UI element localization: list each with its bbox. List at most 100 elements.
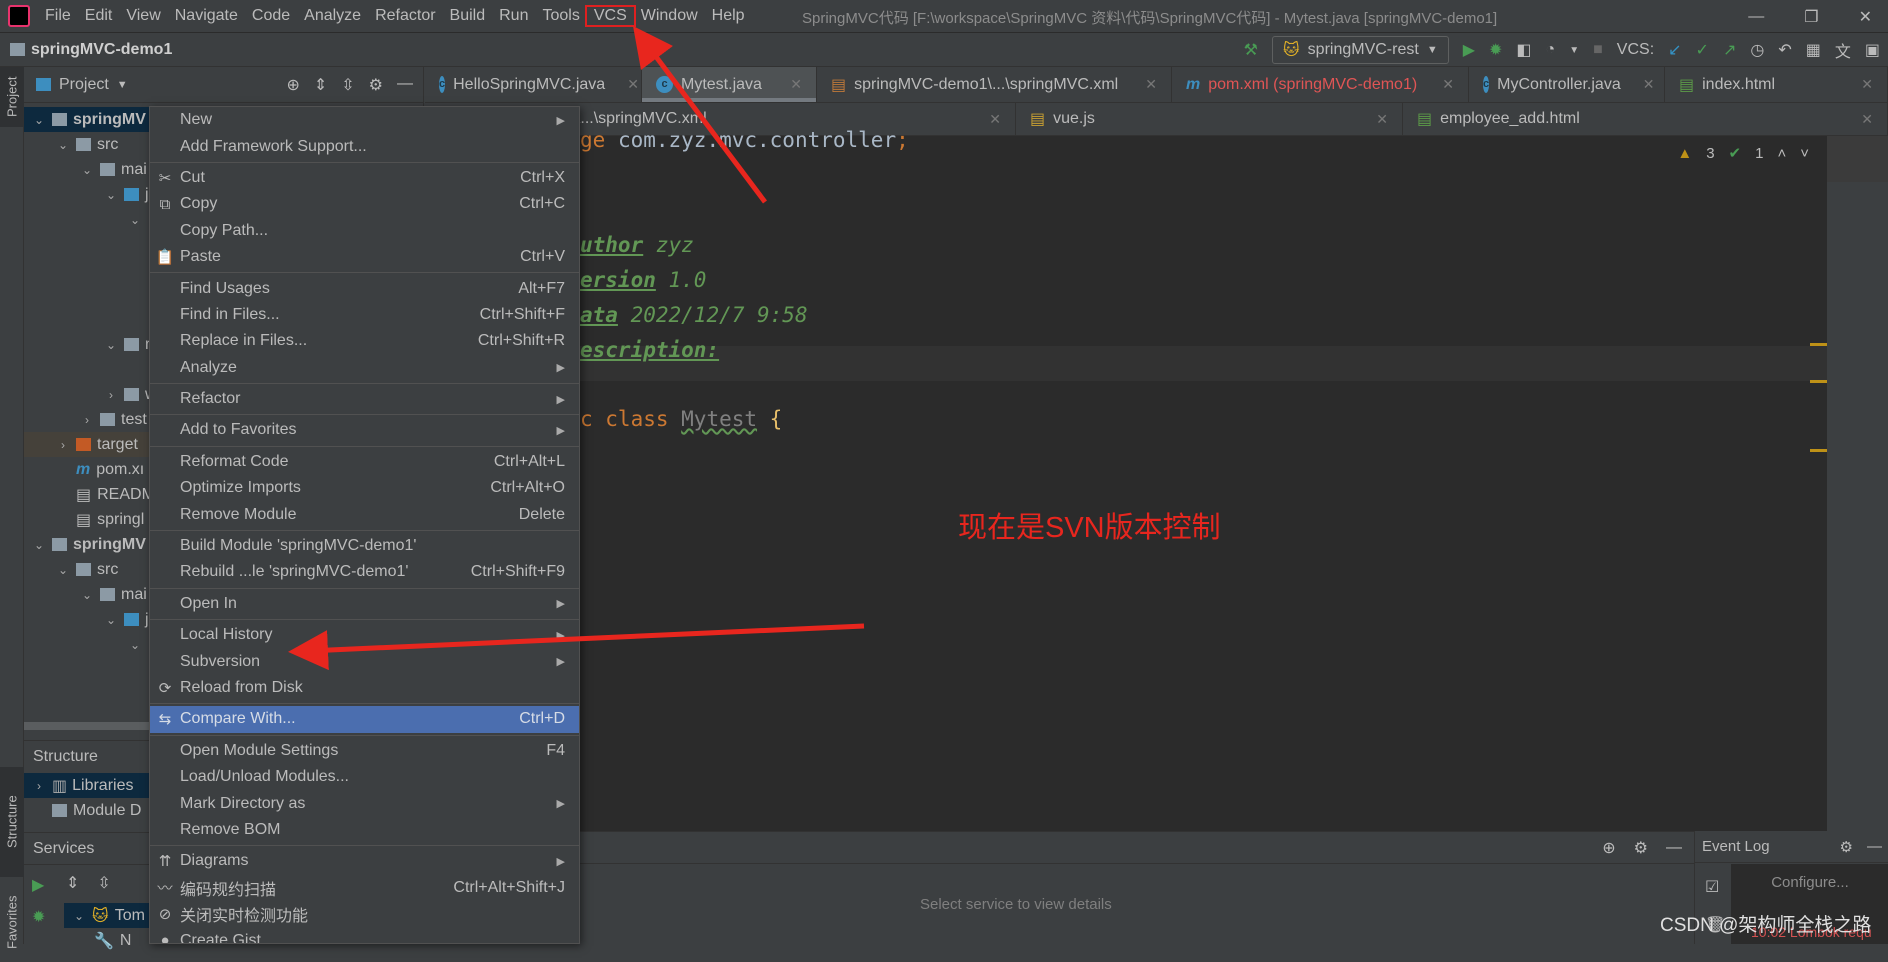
- editor-tab[interactable]: c Mytest.java ✕: [642, 67, 817, 102]
- editor-tab[interactable]: ▤ vue.js ✕: [1016, 103, 1403, 135]
- favorites-tool-tab[interactable]: Favorites: [0, 882, 24, 962]
- close-tab-icon[interactable]: ✕: [1847, 111, 1873, 128]
- chevron-down-icon[interactable]: ⌄: [32, 113, 46, 127]
- expand-all-icon[interactable]: ⇕: [314, 75, 327, 95]
- chevron-down-icon[interactable]: ⌄: [104, 613, 118, 627]
- context-menu-item-cut[interactable]: ✂ Cut Ctrl+X: [150, 165, 579, 191]
- context-menu-item-add-to-favorites[interactable]: Add to Favorites ▶: [150, 417, 579, 443]
- chevron-down-icon[interactable]: ⌄: [80, 588, 94, 602]
- context-menu-item-new[interactable]: New ▶: [150, 107, 579, 133]
- run-icon[interactable]: ▶: [1463, 40, 1475, 60]
- menu-vcs[interactable]: VCS: [584, 5, 636, 27]
- project-structure-icon[interactable]: ▦: [1806, 40, 1821, 60]
- chevron-right-icon[interactable]: ›: [56, 438, 70, 452]
- rollback-icon[interactable]: ↶: [1778, 40, 1791, 60]
- menu-help[interactable]: Help: [705, 7, 752, 25]
- menu-code[interactable]: Code: [245, 7, 297, 25]
- editor-tab[interactable]: c HelloSpringMVC.java ✕: [425, 67, 642, 102]
- chevron-down-icon[interactable]: ⌄: [32, 538, 46, 552]
- collapse-all-icon[interactable]: ⇳: [97, 873, 110, 893]
- more-run-chevron-icon[interactable]: ▼: [1569, 45, 1579, 56]
- context-menu-item-[interactable]: ⊘ 关闭实时检测功能: [150, 901, 579, 927]
- build-hammer-icon[interactable]: ⚒: [1244, 40, 1258, 60]
- coverage-icon[interactable]: ◧: [1516, 40, 1531, 60]
- stop-icon[interactable]: ■: [1593, 41, 1603, 59]
- project-tool-tab[interactable]: Project: [0, 67, 24, 127]
- close-tab-icon[interactable]: ✕: [1629, 76, 1655, 93]
- close-tab-icon[interactable]: ✕: [1362, 111, 1388, 128]
- context-menu-item-reload-from-disk[interactable]: ⟳ Reload from Disk: [150, 675, 579, 701]
- collapse-all-icon[interactable]: ⇳: [341, 75, 354, 95]
- hide-icon[interactable]: —: [1666, 839, 1682, 857]
- context-menu-item-optimize-imports[interactable]: Optimize Imports Ctrl+Alt+O: [150, 475, 579, 501]
- gear-icon[interactable]: ⚙: [369, 75, 383, 95]
- menu-refactor[interactable]: Refactor: [368, 7, 442, 25]
- menu-file[interactable]: File: [38, 7, 78, 25]
- debug-icon[interactable]: ✹: [1489, 40, 1502, 60]
- close-tab-icon[interactable]: ✕: [613, 76, 639, 93]
- context-menu-item-diagrams[interactable]: ⇈ Diagrams ▶: [150, 848, 579, 874]
- expand-all-icon[interactable]: ⇕: [66, 873, 79, 893]
- gear-icon[interactable]: ⚙: [1634, 838, 1648, 858]
- context-menu-item-remove-module[interactable]: Remove Module Delete: [150, 501, 579, 527]
- menu-build[interactable]: Build: [443, 7, 493, 25]
- editor-tab[interactable]: ▤ employee_add.html ✕: [1403, 103, 1888, 135]
- context-menu-item-find-usages[interactable]: Find Usages Alt+F7: [150, 275, 579, 301]
- menu-navigate[interactable]: Navigate: [168, 7, 245, 25]
- gear-icon[interactable]: ⚙: [1840, 838, 1853, 856]
- vcs-update-icon[interactable]: ↙: [1668, 40, 1681, 60]
- history-icon[interactable]: ◷: [1750, 40, 1764, 60]
- structure-tool-tab[interactable]: Structure: [0, 767, 24, 877]
- chevron-down-icon[interactable]: ⌄: [56, 563, 70, 577]
- locate-icon[interactable]: ⊕: [286, 75, 299, 95]
- context-menu-item-load-unload-modules[interactable]: Load/Unload Modules...: [150, 764, 579, 790]
- context-menu-item-open-in[interactable]: Open In ▶: [150, 591, 579, 617]
- menu-run[interactable]: Run: [492, 7, 535, 25]
- context-menu-item-[interactable]: 〰编码规约扫描 Ctrl+Alt+Shift+J: [150, 875, 579, 901]
- chevron-down-icon[interactable]: ⌄: [104, 338, 118, 352]
- context-menu-item-rebuild-le-springmvc-demo1[interactable]: Rebuild ...le 'springMVC-demo1' Ctrl+Shif…: [150, 559, 579, 585]
- context-menu-item-analyze[interactable]: Analyze ▶: [150, 355, 579, 381]
- close-tab-icon[interactable]: ✕: [1847, 76, 1873, 93]
- editor-tab[interactable]: ▤ springMVC-demo1\...\springMVC.xml ✕: [817, 67, 1172, 102]
- editor-tab[interactable]: m pom.xml (springMVC-demo1) ✕: [1172, 67, 1469, 102]
- configure-link[interactable]: Configure...: [1731, 874, 1888, 891]
- context-menu-item-build-module-springmvc-demo1[interactable]: Build Module 'springMVC-demo1': [150, 533, 579, 559]
- warning-marker[interactable]: [1810, 343, 1827, 346]
- close-tab-icon[interactable]: ✕: [1428, 76, 1454, 93]
- restore-icon[interactable]: ❐: [1804, 7, 1818, 27]
- hide-icon[interactable]: —: [1867, 838, 1882, 856]
- close-tab-icon[interactable]: ✕: [776, 76, 802, 93]
- context-menu-item-reformat-code[interactable]: Reformat Code Ctrl+Alt+L: [150, 449, 579, 475]
- context-menu-item-mark-directory-as[interactable]: Mark Directory as ▶: [150, 790, 579, 816]
- menu-edit[interactable]: Edit: [78, 7, 120, 25]
- run-config-dropdown[interactable]: 🐱 springMVC-rest ▼: [1271, 36, 1449, 64]
- mark-read-icon[interactable]: ☑: [1705, 877, 1725, 897]
- chevron-down-icon[interactable]: ⌄: [56, 138, 70, 152]
- context-menu-item-add-framework-support[interactable]: Add Framework Support...: [150, 133, 579, 159]
- menu-analyze[interactable]: Analyze: [297, 7, 368, 25]
- locate-icon[interactable]: ⊕: [1602, 838, 1615, 858]
- context-menu-item-refactor[interactable]: Refactor ▶: [150, 386, 579, 412]
- inspection-widget[interactable]: ▲ 3 ✔ 1 ˄ ˅: [1677, 144, 1809, 163]
- chevron-down-icon[interactable]: ▼: [117, 79, 128, 91]
- chevron-right-icon[interactable]: ›: [104, 388, 118, 402]
- context-menu-item-local-history[interactable]: Local History ▶: [150, 622, 579, 648]
- chevron-down-icon[interactable]: ⌄: [80, 163, 94, 177]
- context-menu-item-compare-with[interactable]: ⇆ Compare With... Ctrl+D: [150, 706, 579, 733]
- hide-icon[interactable]: —: [397, 75, 413, 95]
- context-menu-item-copy-path[interactable]: Copy Path...: [150, 218, 579, 244]
- next-highlight-icon[interactable]: ˅: [1800, 145, 1809, 162]
- context-menu-item-remove-bom[interactable]: Remove BOM: [150, 817, 579, 843]
- context-menu-item-replace-in-files[interactable]: Replace in Files... Ctrl+Shift+R: [150, 328, 579, 354]
- close-tab-icon[interactable]: ✕: [1131, 76, 1157, 93]
- chevron-down-icon[interactable]: ⌄: [128, 638, 142, 652]
- context-menu-item-create-gist[interactable]: ● Create Gist...: [150, 927, 579, 943]
- menu-view[interactable]: View: [119, 7, 167, 25]
- warning-marker[interactable]: [1810, 449, 1827, 452]
- debug-icon[interactable]: ✹: [32, 907, 45, 927]
- context-menu-item-copy[interactable]: ⧉ Copy Ctrl+C: [150, 191, 579, 217]
- project-view-dropdown[interactable]: Project: [59, 76, 109, 94]
- vcs-commit-icon[interactable]: ✓: [1696, 40, 1709, 60]
- context-menu-item-paste[interactable]: 📋 Paste Ctrl+V: [150, 244, 579, 270]
